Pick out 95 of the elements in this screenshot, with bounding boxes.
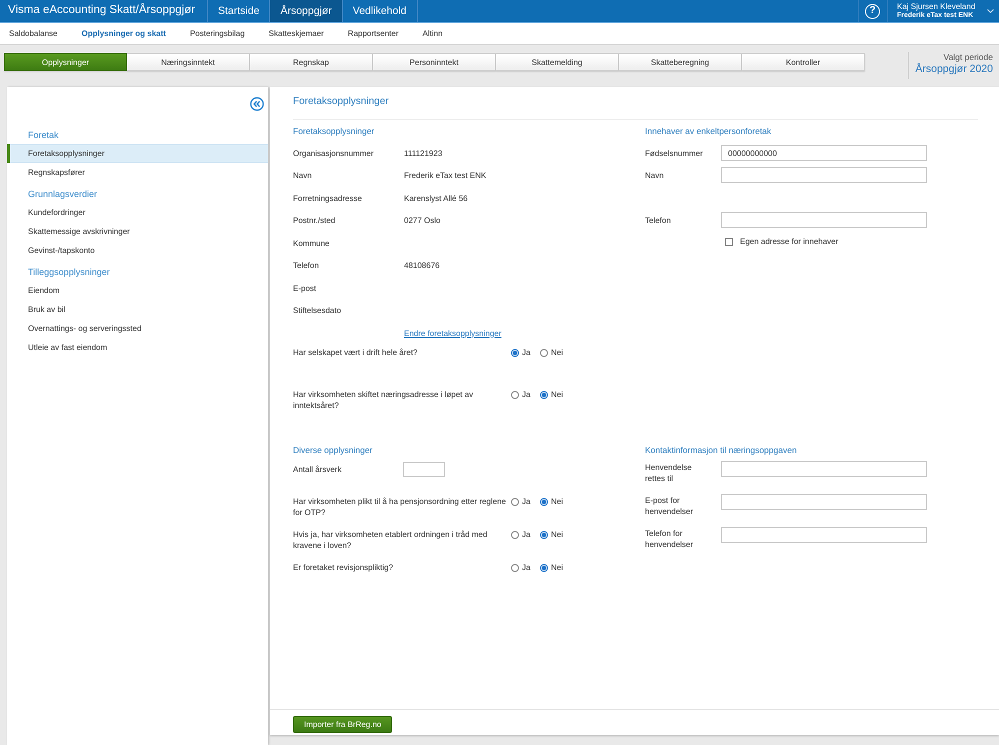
field-label: Navn (293, 171, 313, 180)
radio-option[interactable]: Nei (540, 529, 569, 540)
top-nav-tab[interactable]: Årsoppgjør (270, 0, 343, 22)
radio-option[interactable]: Ja (511, 347, 540, 358)
question-text: Har selskapet vært i drift hele året? (293, 347, 418, 358)
tab[interactable]: Skattemelding (496, 53, 619, 71)
question-text: Har virksomheten plikt til å ha pensjonsordning etter reglene for OTP? (293, 496, 508, 518)
help-button[interactable]: ? (865, 4, 880, 18)
question-text: Har virksomheten skiftet næringsadresse i løpet av inntektsåret? (293, 389, 474, 411)
double-chevron-icon[interactable] (250, 97, 264, 111)
radio-button[interactable] (511, 390, 519, 398)
section-heading: Diverse opplysninger (293, 444, 374, 457)
sidebar-group-title: Tilleggsopplysninger (27, 266, 110, 279)
question-text: Hvis ja, har virksomheten etablert ordningen i tråd med kravene i loven? (293, 529, 488, 551)
app-title: Visma eAccounting Skatt/Årsoppgjør (0, 0, 208, 22)
sub-nav-link[interactable]: Skatteskjemaer (260, 29, 336, 38)
radio-button[interactable] (511, 530, 519, 538)
radio-option[interactable]: Ja (511, 389, 540, 400)
radio-button[interactable] (540, 498, 548, 506)
radio-button[interactable] (540, 530, 548, 538)
field-value: Frederik eTax test ENK (404, 171, 486, 180)
radio-button[interactable] (511, 564, 519, 572)
sidebar-item[interactable]: Skattemessige avskrivninger (7, 222, 268, 241)
field-label: Telefon for henvendelser (645, 528, 694, 550)
radio-option[interactable]: Ja (511, 496, 540, 507)
field-value: 0277 Oslo (404, 216, 440, 226)
radio-option[interactable]: Ja (511, 562, 540, 573)
sidebar-item[interactable]: Overnattings- og serveringssted (7, 319, 268, 338)
section-heading: Foretaksopplysninger (293, 125, 376, 138)
field-label: Henvendelse rettes til (645, 462, 693, 484)
field-label: Stiftelsesdato (293, 306, 342, 316)
text-field[interactable] (721, 167, 927, 183)
radio-option[interactable]: Nei (540, 496, 569, 507)
tab[interactable]: Opplysninger (4, 53, 127, 71)
sub-nav-link[interactable]: Opplysninger og skatt (72, 29, 178, 38)
tab[interactable]: Kontroller (742, 53, 865, 71)
field-label: Antall årsverk (293, 464, 342, 474)
top-nav-tab[interactable]: Vedlikehold (342, 0, 418, 22)
sub-nav-link[interactable]: Saldobalanse (0, 29, 70, 38)
sub-nav-link[interactable]: Rapportsenter (338, 29, 410, 38)
sidebar-item[interactable]: Utleie av fast eiendom (7, 338, 268, 357)
sub-nav-link[interactable]: Altinn (414, 29, 455, 38)
field-label: E-post for henvendelser (645, 495, 694, 517)
radio-button[interactable] (511, 498, 519, 506)
edit-link[interactable]: Endre foretaksopplysninger (404, 328, 502, 338)
text-field[interactable] (721, 494, 927, 510)
radio-option[interactable]: Nei (540, 347, 569, 358)
checkbox-option[interactable]: Egen adresse for innehaver (725, 237, 838, 246)
radio-button[interactable] (540, 348, 548, 356)
text-field[interactable] (721, 461, 927, 477)
text-field[interactable] (403, 462, 445, 476)
field-label: Forretningsadresse (293, 194, 363, 203)
tab[interactable]: Personinntekt (373, 53, 496, 71)
import-button[interactable]: Importer fra BrReg.no (293, 716, 392, 733)
period-label: Valgt periode (944, 52, 993, 62)
sidebar-item[interactable]: Kundefordringer (7, 203, 268, 222)
sidebar-group-title: Grunnlagsverdier (27, 188, 98, 201)
radio-button[interactable] (511, 348, 519, 356)
field-label: Telefon (293, 261, 320, 270)
tab[interactable]: Næringsinntekt (127, 53, 250, 71)
field-value: 111121923 (404, 148, 442, 158)
sidebar-item[interactable]: Foretaksopplysninger (7, 144, 268, 163)
text-field[interactable] (721, 212, 927, 228)
radio-option[interactable]: Nei (540, 389, 569, 400)
sub-nav-link[interactable]: Posteringsbilag (180, 29, 257, 38)
sidebar-item[interactable]: Gevinst-/tapskonto (7, 241, 268, 260)
user-name: Kaj Sjursen Kleveland (897, 2, 976, 11)
caret-icon (987, 9, 994, 13)
radio-button[interactable] (540, 390, 548, 398)
field-label: Fødselsnummer (645, 148, 704, 158)
field-label: Telefon (645, 216, 672, 224)
sidebar-item[interactable]: Regnskapsfører (7, 163, 268, 182)
field-label: Postnr./sted (293, 216, 336, 226)
field-label: Kommune (293, 238, 330, 248)
checkbox[interactable] (725, 238, 733, 246)
radio-option[interactable]: Nei (540, 562, 569, 573)
field-label: E-post (293, 284, 318, 293)
field-value: 48108676 (404, 261, 440, 270)
field-value: Karenslyst Allé 56 (404, 194, 468, 203)
sidebar-item[interactable]: Bruk av bil (7, 300, 268, 319)
radio-button[interactable] (540, 564, 548, 572)
sidebar-group-title: Foretak (27, 129, 59, 142)
text-field[interactable]: 00000000000 (721, 145, 927, 161)
field-label: Organisasjonsnummer (293, 148, 374, 158)
section-heading: Innehaver av enkeltpersonforetak (645, 125, 772, 138)
section-heading: Kontaktinformasjon til næringsoppgaven (645, 444, 798, 457)
period-link[interactable]: Årsoppgjør 2020 (915, 63, 993, 76)
sidebar-item[interactable]: Eiendom (7, 281, 268, 300)
question-text: Er foretaket revisjonspliktig? (293, 562, 394, 573)
page-title: Foretaksopplysninger (293, 95, 978, 120)
radio-option[interactable]: Ja (511, 529, 540, 540)
tab[interactable]: Skatteberegning (619, 53, 742, 71)
field-label: Navn (645, 170, 665, 180)
tab[interactable]: Regnskap (250, 53, 373, 71)
text-field[interactable] (721, 527, 927, 543)
